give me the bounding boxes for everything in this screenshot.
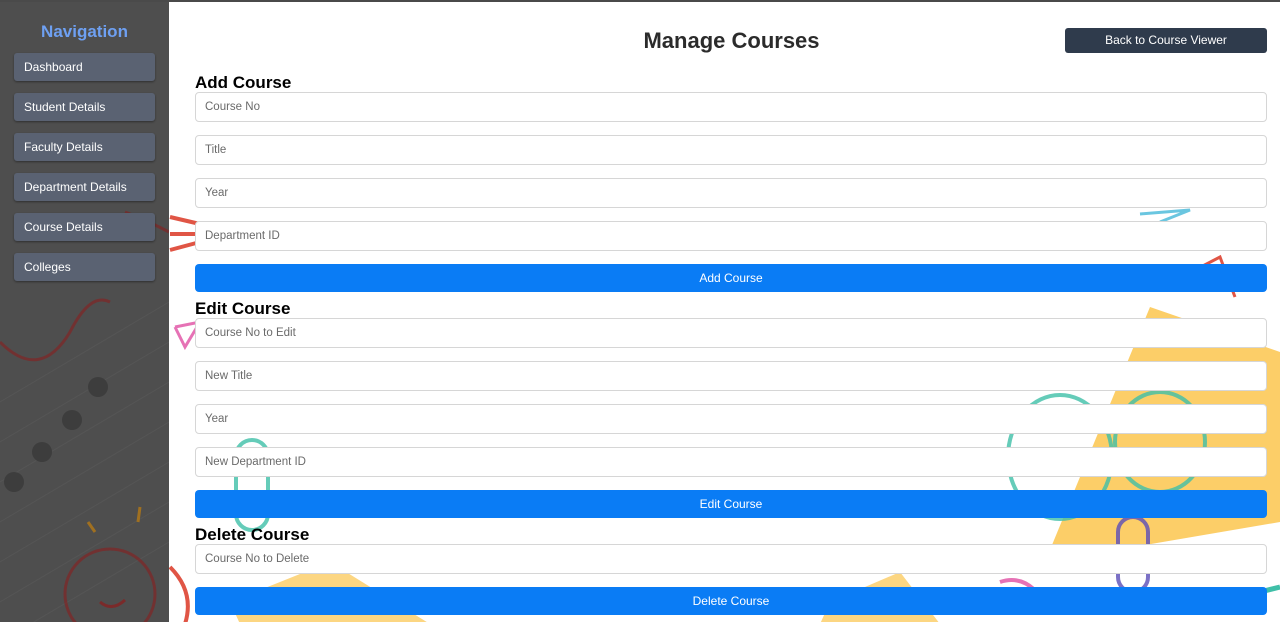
sidebar-item-course-details[interactable]: Course Details (14, 213, 155, 241)
add-course-no-field[interactable] (195, 92, 1267, 122)
edit-new-title-field[interactable] (195, 361, 1267, 391)
add-title-field[interactable] (195, 135, 1267, 165)
edit-year-field[interactable] (195, 404, 1267, 434)
back-to-course-viewer-button[interactable]: Back to Course Viewer (1065, 28, 1267, 53)
add-year-field[interactable] (195, 178, 1267, 208)
sidebar-item-dashboard[interactable]: Dashboard (14, 53, 155, 81)
delete-course-no-field[interactable] (195, 544, 1267, 574)
add-course-heading: Add Course (195, 73, 292, 92)
edit-new-department-id-field[interactable] (195, 447, 1267, 477)
nav-title: Navigation (41, 22, 128, 41)
sidebar: Navigation Dashboard Student Details Fac… (0, 2, 169, 622)
main-content: Manage Courses Back to Course Viewer Add… (169, 2, 1280, 622)
edit-course-button[interactable]: Edit Course (195, 490, 1267, 518)
delete-course-button[interactable]: Delete Course (195, 587, 1267, 615)
sidebar-item-department-details[interactable]: Department Details (14, 173, 155, 201)
sidebar-item-faculty-details[interactable]: Faculty Details (14, 133, 155, 161)
edit-course-no-field[interactable] (195, 318, 1267, 348)
edit-course-heading: Edit Course (195, 299, 291, 318)
delete-course-heading: Delete Course (195, 525, 310, 544)
sidebar-item-colleges[interactable]: Colleges (14, 253, 155, 281)
add-department-id-field[interactable] (195, 221, 1267, 251)
add-course-button[interactable]: Add Course (195, 264, 1267, 292)
sidebar-item-student-details[interactable]: Student Details (14, 93, 155, 121)
